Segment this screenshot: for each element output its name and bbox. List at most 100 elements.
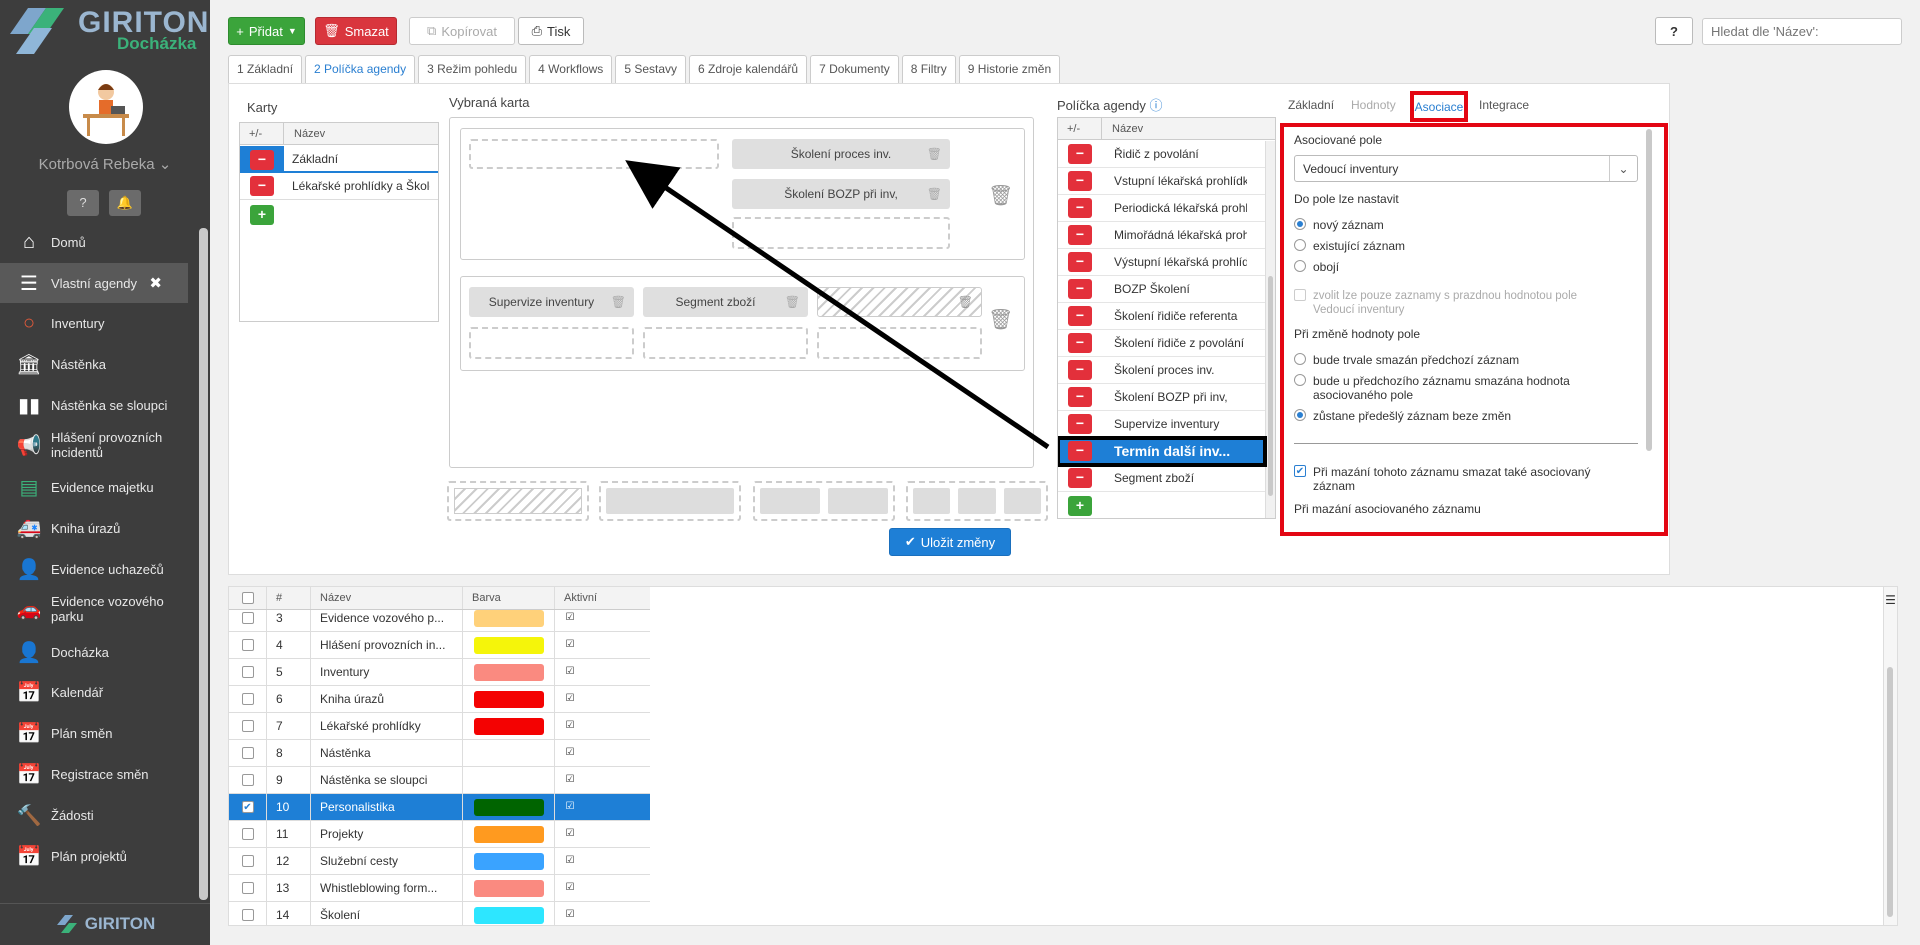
sidebar-item-9[interactable]: 👤 Evidence uchazečů <box>0 549 188 589</box>
layout-template-2[interactable] <box>599 481 741 521</box>
row-checkbox[interactable] <box>241 612 254 624</box>
sidebar-item-5[interactable]: ▮▮ Nástěnka se sloupci <box>0 385 188 425</box>
remove-field-button[interactable]: − <box>1068 441 1092 461</box>
remove-field-button[interactable]: − <box>1068 333 1092 353</box>
info-icon[interactable]: ⓘ <box>1150 98 1163 113</box>
remove-field-button[interactable]: − <box>1068 387 1092 407</box>
add-card-button[interactable]: + <box>250 205 274 225</box>
active-checkbox[interactable]: ☑ <box>564 693 576 705</box>
checkbox-delete-associated[interactable]: ✔ Při mazání tohoto záznamu smazat také a… <box>1294 465 1614 493</box>
drop-slot[interactable] <box>469 139 719 169</box>
help-button[interactable]: ? <box>67 190 99 216</box>
tab-2[interactable]: 2 Políčka agendy <box>305 55 416 83</box>
radio-clear-previous-value[interactable]: bude u předchozího záznamu smazána hodno… <box>1294 374 1604 402</box>
table-row[interactable]: 14 Školení ☑ <box>229 902 650 925</box>
drop-slot[interactable] <box>469 327 634 359</box>
active-checkbox[interactable]: ☑ <box>564 612 576 624</box>
sidebar-item-11[interactable]: 👤 Docházka <box>0 632 188 672</box>
field-chip[interactable]: Školení BOZP při inv, 🗑 <box>732 179 950 209</box>
row-checkbox[interactable] <box>241 909 254 921</box>
remove-field-button[interactable]: − <box>1068 171 1092 191</box>
trash-icon[interactable]: 🗑 <box>927 187 942 201</box>
radio-delete-previous[interactable]: bude trvale smazán předchozí záznam <box>1294 353 1519 367</box>
sidebar-item-13[interactable]: 📅 Plán směn <box>0 713 188 753</box>
menu-icon[interactable]: ☰ <box>1884 593 1897 607</box>
row-checkbox[interactable] <box>241 666 254 678</box>
sidebar-item-4[interactable]: 🏛 Nástěnka <box>0 344 188 384</box>
settings-scrollbar[interactable] <box>1646 129 1652 451</box>
tab-zakladni[interactable]: Základní <box>1288 98 1334 112</box>
sidebar-item-1[interactable]: ⌂ Domů <box>0 222 188 262</box>
sidebar-item-12[interactable]: 📅 Kalendář <box>0 672 188 712</box>
avatar[interactable] <box>69 70 143 144</box>
field-row[interactable]: − Výstupní lékařská prohlídka <box>1058 249 1265 276</box>
sidebar-item-6[interactable]: 📢 Hlášení provozních incidentů <box>0 425 188 465</box>
remove-field-button[interactable]: − <box>1068 198 1092 218</box>
field-chip[interactable]: Supervize inventury 🗑 <box>469 287 634 317</box>
card-row-lekarske[interactable]: − Lékařské prohlídky a Školení <box>240 173 438 200</box>
field-chip[interactable]: Školení proces inv. 🗑 <box>732 139 950 169</box>
layout-template-4[interactable] <box>906 481 1048 521</box>
delete-row-icon[interactable]: 🗑 <box>988 307 1013 332</box>
close-icon[interactable]: ✖ <box>149 274 162 292</box>
remove-field-button[interactable]: − <box>1068 360 1092 380</box>
active-checkbox[interactable]: ☑ <box>564 882 576 894</box>
active-checkbox[interactable]: ☑ <box>564 639 576 651</box>
sidebar-item-10[interactable]: 🚗 Evidence vozového parku <box>0 589 188 629</box>
field-row[interactable]: − Mimořádná lékařská prohlídka <box>1058 222 1265 249</box>
search-input[interactable] <box>1702 18 1902 45</box>
table-row[interactable]: 5 Inventury ☑ <box>229 659 650 686</box>
field-chip[interactable]: Segment zboží 🗑 <box>643 287 808 317</box>
field-row[interactable]: − BOZP Školení <box>1058 276 1265 303</box>
save-changes-button[interactable]: ✔ Uložit změny <box>889 528 1011 556</box>
trash-icon[interactable]: 🗑 <box>958 295 973 309</box>
tab-9[interactable]: 9 Historie změn <box>958 55 1061 83</box>
field-row[interactable]: − Periodická lékařská prohlídka <box>1058 195 1265 222</box>
tab-hodnoty[interactable]: Hodnoty <box>1351 98 1396 112</box>
sidebar-item-15[interactable]: 🔨 Žádosti <box>0 795 188 835</box>
tab-8[interactable]: 8 Filtry <box>901 55 956 83</box>
field-row[interactable]: − Vstupní lékařská prohlídka <box>1058 168 1265 195</box>
table-row[interactable]: 4 Hlášení provozních in... ☑ <box>229 632 650 659</box>
active-checkbox[interactable]: ☑ <box>564 666 576 678</box>
active-checkbox[interactable]: ☑ <box>564 720 576 732</box>
radio-both[interactable]: obojí <box>1294 260 1339 274</box>
select-all-checkbox[interactable] <box>241 592 254 604</box>
table-row[interactable]: ✔ 10 Personalistika ☑ <box>229 794 650 821</box>
remove-field-button[interactable]: − <box>1068 252 1092 272</box>
layout-template-1[interactable] <box>447 481 589 521</box>
hatched-slot[interactable]: 🗑 <box>817 287 982 317</box>
table-row[interactable]: 3 Evidence vozového p... ☑ <box>229 610 650 632</box>
delete-button[interactable]: 🗑 Smazat <box>315 17 397 45</box>
sidebar-item-7[interactable]: ▤ Evidence majetku <box>0 467 188 507</box>
add-field-button[interactable]: + <box>1068 496 1092 516</box>
tab-4[interactable]: 4 Workflows <box>529 55 613 83</box>
tab-6[interactable]: 6 Zdroje kalendářů <box>689 55 808 83</box>
table-row[interactable]: 6 Kniha úrazů ☑ <box>229 686 650 713</box>
field-row[interactable]: − Segment zboží <box>1058 465 1265 492</box>
checkbox-empty-only[interactable]: zvolit lze pouze zaznamy s prazdnou hodn… <box>1294 289 1604 317</box>
sidebar-item-8[interactable]: 🚑 Kniha úrazů <box>0 508 188 548</box>
grid-scrollbar[interactable]: ☰ <box>1883 587 1897 925</box>
active-checkbox[interactable]: ☑ <box>564 747 576 759</box>
active-checkbox[interactable]: ☑ <box>564 774 576 786</box>
remove-field-button[interactable]: − <box>1068 225 1092 245</box>
remove-field-button[interactable]: − <box>1068 468 1092 488</box>
remove-card-button[interactable]: − <box>250 176 274 196</box>
remove-field-button[interactable]: − <box>1068 414 1092 434</box>
sidebar-item-16[interactable]: 📅 Plán projektů <box>0 836 188 876</box>
tab-1[interactable]: 1 Základní <box>228 55 303 83</box>
field-row[interactable]: − Řidič z povolání <box>1058 141 1265 168</box>
row-checkbox[interactable] <box>241 855 254 867</box>
trash-icon[interactable]: 🗑 <box>927 147 942 161</box>
tab-3[interactable]: 3 Režim pohledu <box>418 55 527 83</box>
sidebar-scrollbar[interactable] <box>199 228 208 900</box>
radio-keep-previous[interactable]: zůstane předešlý záznam beze změn <box>1294 409 1511 423</box>
delete-row-icon[interactable]: 🗑 <box>988 183 1013 208</box>
row-checkbox[interactable] <box>241 828 254 840</box>
table-row[interactable]: 9 Nástěnka se sloupci ☑ <box>229 767 650 794</box>
copy-button[interactable]: ⧉ Kopírovat <box>409 17 515 45</box>
table-row[interactable]: 13 Whistleblowing form... ☑ <box>229 875 650 902</box>
field-row[interactable]: − Termín další inv... <box>1058 436 1267 467</box>
remove-field-button[interactable]: − <box>1068 144 1092 164</box>
